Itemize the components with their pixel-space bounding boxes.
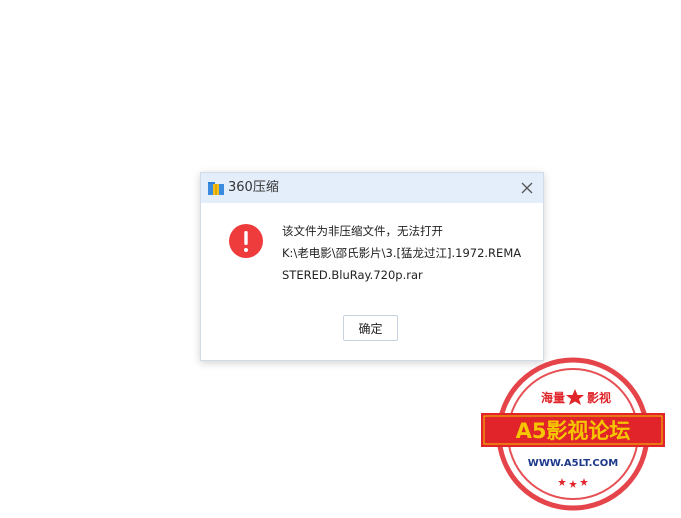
watermark-banner-text: A5影视论坛 bbox=[516, 419, 631, 443]
star-icon bbox=[566, 389, 584, 405]
small-stars-icon bbox=[558, 478, 588, 488]
dialog-titlebar[interactable]: 360压缩 bbox=[201, 173, 543, 203]
close-icon bbox=[521, 182, 533, 194]
watermark-url-text: WWW.A5LT.COM bbox=[528, 458, 618, 469]
forum-watermark-stamp: 海量 影视 A5影视论坛 WWW.A5LT.COM bbox=[481, 357, 665, 511]
dialog-title: 360压缩 bbox=[228, 180, 279, 195]
close-button[interactable] bbox=[517, 178, 537, 198]
watermark-top-left-text: 海量 bbox=[541, 390, 565, 405]
message-line: 该文件为非压缩文件，无法打开 bbox=[282, 224, 443, 238]
file-path-line: STERED.BluRay.720p.rar bbox=[282, 268, 423, 282]
exclamation-circle-icon bbox=[229, 224, 263, 258]
ok-button[interactable]: 确定 bbox=[343, 315, 398, 341]
dialog-message: 该文件为非压缩文件，无法打开 K:\老电影\邵氏影片\3.[猛龙过江].1972… bbox=[282, 220, 532, 286]
watermark-top-right-text: 影视 bbox=[587, 390, 611, 405]
file-path-line: K:\老电影\邵氏影片\3.[猛龙过江].1972.REMA bbox=[282, 246, 522, 260]
error-dialog: 360压缩 该文件为非压缩文件，无法打开 K:\老电影\邵氏影片\3.[猛龙过江… bbox=[200, 172, 544, 361]
archive-folder-icon bbox=[208, 182, 224, 195]
